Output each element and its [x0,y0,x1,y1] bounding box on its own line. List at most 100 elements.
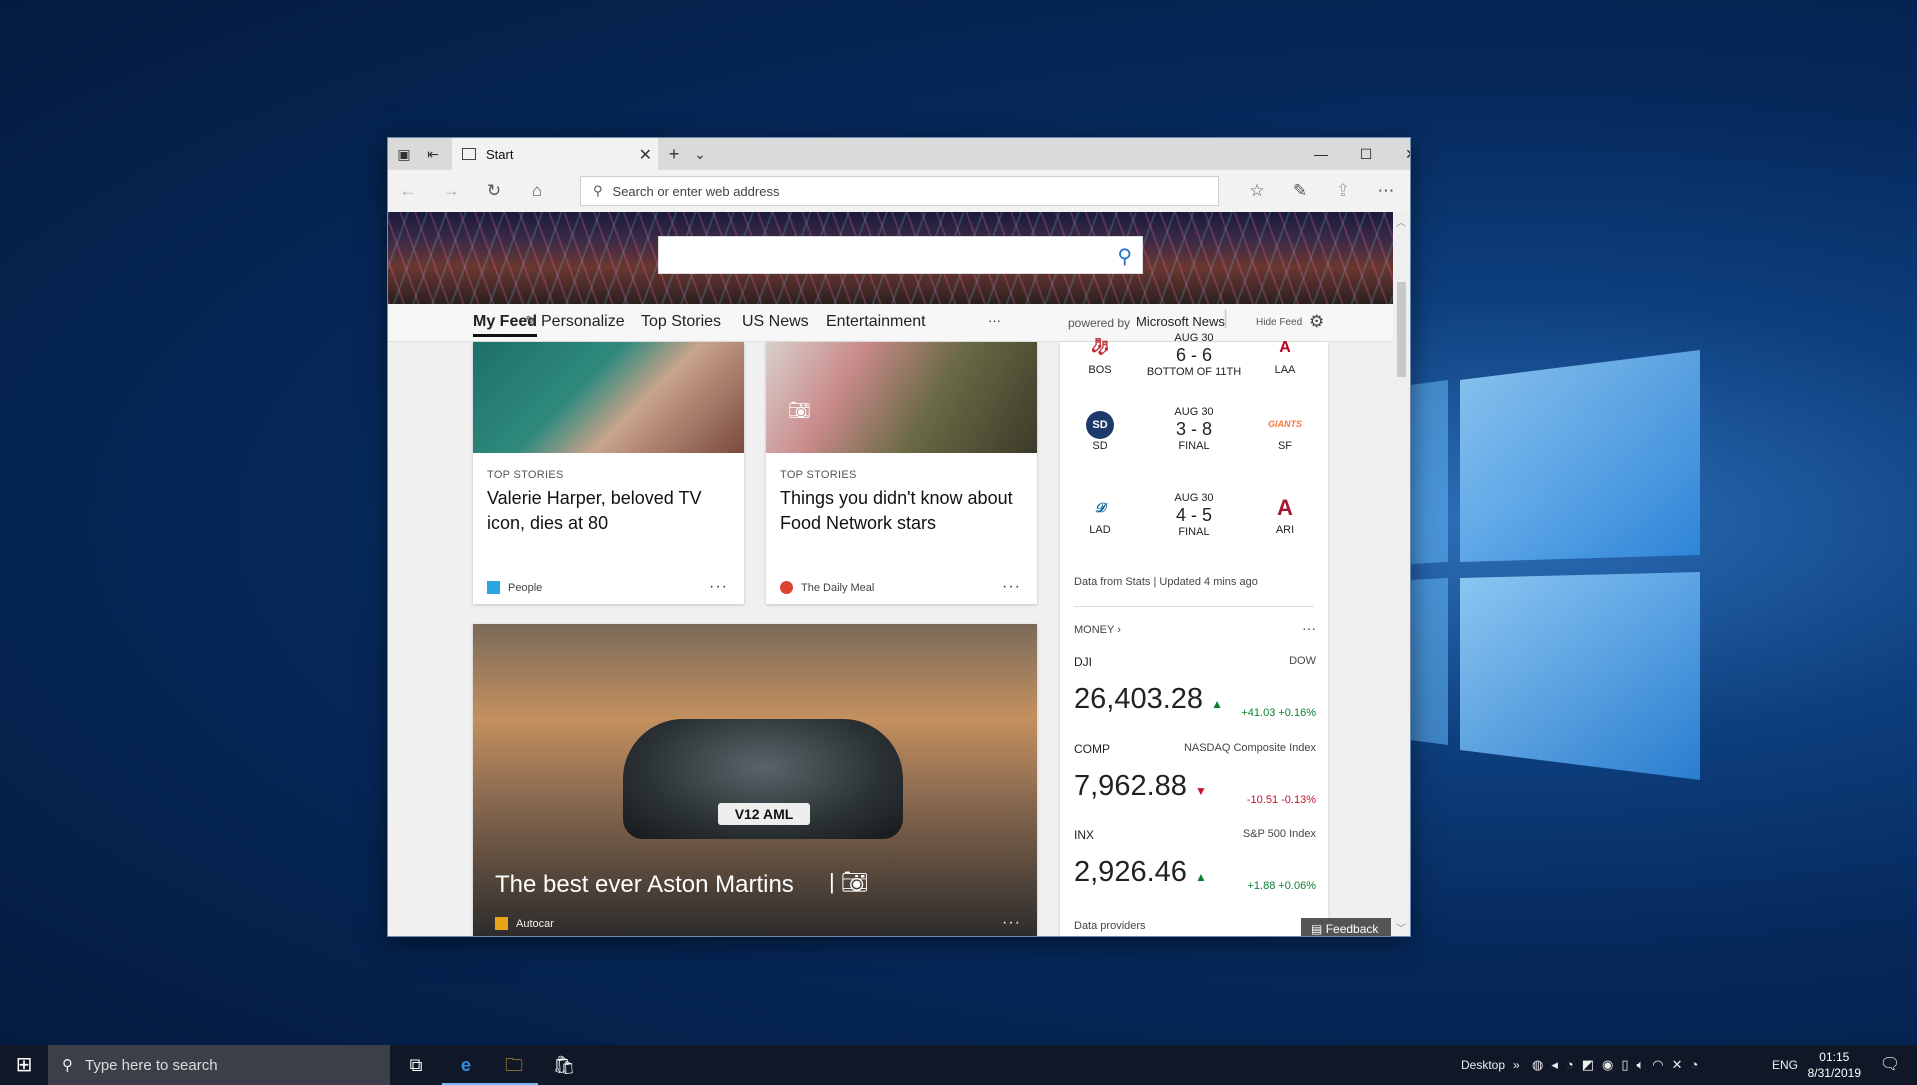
score-value: 3 - 8 [1175,419,1213,439]
article-card[interactable]: 📷︎ TOP STORIES Things you didn't know ab… [766,342,1037,604]
tab-start[interactable]: Start ✕ [452,138,658,170]
gear-icon[interactable]: ⚙ [1309,312,1324,332]
feedback-label: Feedback [1325,922,1379,936]
sports-money-widget: 🧦︎ BOS AUG 30 6 - 6 BOTTOM OF 11TH A LAA… [1060,332,1328,936]
scrollbar-thumb[interactable] [1397,282,1406,377]
desktop-toolbar[interactable]: Desktop [1461,1045,1505,1085]
game-row[interactable]: 𝒟 LAD AUG 30 4 - 5 FINAL A ARI [1060,492,1328,574]
price-value: 26,403.28 [1074,683,1204,715]
maximize-button[interactable]: ☐ [1343,138,1389,170]
edge-browser-window: ▣ ⇤ Start ✕ + ⌄ — ☐ ✕ ← → ↻ ⌂ ⚲ Search o… [387,137,1411,937]
tab-title: Start [486,146,514,162]
team-abbr: SF [1277,440,1293,452]
tab-entertainment[interactable]: Entertainment [826,313,926,331]
store-icon[interactable]: 🛍︎ [540,1045,588,1085]
home-team: A LAA [1255,332,1315,376]
chevron-right-icon[interactable]: » [1513,1045,1520,1085]
new-tab-icon[interactable]: + [664,144,684,164]
team-abbr: SD [1092,440,1108,452]
daily-meal-logo-icon [780,581,793,594]
camera-icon: 📷︎ [788,400,811,420]
score-value: 6 - 6 [1175,345,1213,365]
navigation-bar: ← → ↻ ⌂ ⚲ Search or enter web address ☆ … [388,170,1410,212]
more-tabs-button[interactable]: ··· [988,313,1001,328]
hide-feed-button[interactable]: Hide Feed [1256,317,1302,328]
money-header-label: MONEY [1074,624,1115,636]
task-view-icon[interactable]: ⧉ [392,1045,440,1085]
stock-row[interactable]: DJI DOW 26,403.28 ▲ +41.03 +0.16% [1074,655,1316,719]
minimize-button[interactable]: — [1298,138,1344,170]
source-name: The Daily Meal [801,581,875,594]
more-options-button[interactable]: ··· [709,578,728,596]
up-arrow-icon: ▲ [1194,870,1207,884]
article-card[interactable]: TOP STORIES Valerie Harper, beloved TV i… [473,342,744,604]
autocar-logo-icon [495,917,508,930]
taskbar-search-box[interactable]: ⚲ Type here to search [48,1045,390,1085]
featured-article-title[interactable]: The best ever Aston Martins [495,871,794,899]
stock-change: +41.03 +0.16% [1241,707,1316,719]
clock[interactable]: 01:15 8/31/2019 [1808,1049,1861,1081]
game-status: FINAL [1178,440,1210,452]
back-icon[interactable]: ← [396,180,420,202]
set-aside-tabs-icon[interactable]: ▣ [394,144,414,164]
money-header[interactable]: MONEY › [1074,624,1121,636]
close-tab-icon[interactable]: ✕ [639,145,652,165]
scroll-down-icon[interactable]: ﹀ [1396,920,1406,935]
chevron-right-icon: › [1117,624,1121,636]
tab-us-news[interactable]: US News [742,313,809,331]
windows-start-icon[interactable]: ⊞ [0,1045,48,1085]
game-status: FINAL [1178,526,1210,538]
file-explorer-icon[interactable]: 🗀 [490,1045,538,1085]
stock-row[interactable]: COMP NASDAQ Composite Index 7,962.88 ▼ -… [1074,742,1316,806]
up-arrow-icon: ▲ [1211,697,1223,711]
tab-top-stories[interactable]: Top Stories [641,313,721,331]
bing-search-box[interactable]: ⚲ [658,236,1143,274]
price-value: 7,962.88 [1074,770,1187,802]
stock-change: +1.88 +0.06% [1247,880,1316,892]
more-options-button[interactable]: ··· [1002,578,1021,596]
article-image: 📷︎ [766,342,1037,453]
search-icon[interactable]: ⚲ [1117,244,1132,269]
stock-name: NASDAQ Composite Index [1183,742,1316,754]
language-indicator[interactable]: ENG [1772,1045,1798,1085]
edge-icon[interactable]: e [442,1045,490,1085]
start-page-icon [462,148,476,160]
hero-background-image: ⚲ [388,212,1394,304]
clock-date: 8/31/2019 [1807,1066,1861,1080]
more-options-button[interactable]: ··· [1002,914,1021,932]
article-title[interactable]: Valerie Harper, beloved TV icon, dies at… [487,486,730,536]
game-score: AUG 30 3 - 8 FINAL [1130,406,1258,452]
article-title[interactable]: Things you didn't know about Food Networ… [780,486,1023,536]
data-providers-link[interactable]: Data providers [1074,920,1146,932]
notification-icon[interactable]: 🗨︎ [1866,1045,1914,1085]
tab-personalize[interactable]: Personalize [541,313,625,331]
refresh-icon[interactable]: ↻ [482,180,506,202]
tab-list-icon[interactable]: ⌄ [690,144,710,164]
scroll-up-icon[interactable]: ︿ [1396,214,1406,229]
more-icon[interactable]: ⋯ [1374,180,1398,202]
address-placeholder: Search or enter web address [612,183,780,199]
address-bar[interactable]: ⚲ Search or enter web address [580,176,1219,206]
system-tray-icons[interactable]: ◍◂◔◩◉▯🔈︎◠✕◔ [1532,1045,1706,1085]
stock-row[interactable]: INX S&P 500 Index 2,926.46 ▲ +1.88 +0.06… [1074,828,1316,892]
close-window-button[interactable]: ✕ [1388,138,1410,170]
pen-icon[interactable]: ✎ [1288,180,1312,202]
dodgers-logo-icon: 𝒟 [1094,500,1106,515]
game-row[interactable]: SD SD AUG 30 3 - 8 FINAL GIANTS SF [1060,406,1328,488]
start-page-content: ⚲ My Feed ✎ Personalize Top Stories US N… [388,212,1394,936]
stock-name: S&P 500 Index [1242,828,1316,840]
stock-name: DOW [1289,655,1316,667]
share-icon[interactable]: ⇪ [1331,180,1355,202]
price-value: 2,926.46 [1074,856,1187,888]
feedback-button[interactable]: ▤ Feedback [1301,918,1391,936]
restore-tabs-icon[interactable]: ⇤ [423,144,443,164]
home-icon[interactable]: ⌂ [525,180,549,202]
microsoft-news-brand[interactable]: Microsoft News [1136,314,1225,329]
powered-by-label: powered by [1068,316,1131,330]
more-options-button[interactable]: ··· [1302,620,1316,636]
favorites-icon[interactable]: ☆ [1245,180,1269,202]
forward-icon[interactable]: → [439,180,463,202]
featured-article-card[interactable]: V12 AML The best ever Aston Martins | 📷︎… [473,624,1037,936]
page-scrollbar[interactable]: ︿ ﹀ [1393,212,1410,936]
game-row[interactable]: 🧦︎ BOS AUG 30 6 - 6 BOTTOM OF 11TH A LAA [1060,332,1328,414]
